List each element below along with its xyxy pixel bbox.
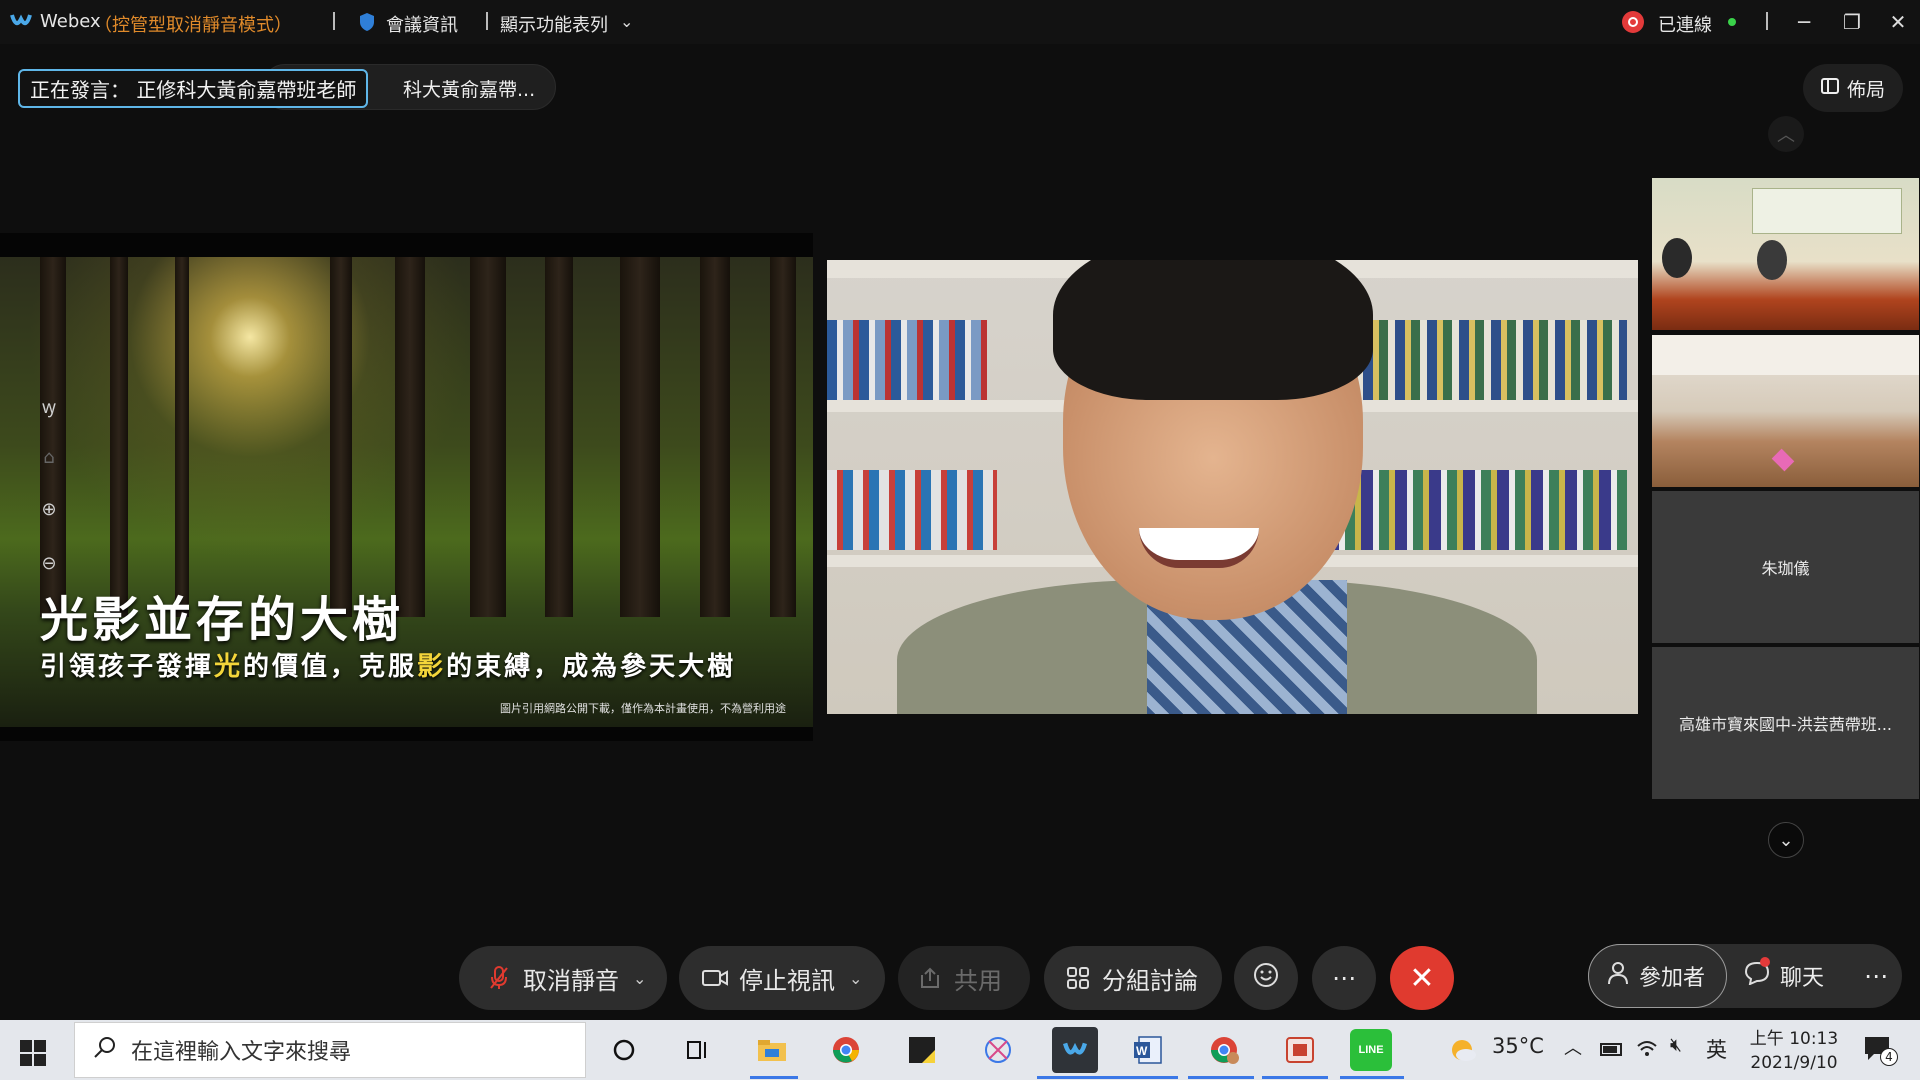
more-icon: ⋯ bbox=[1864, 962, 1888, 990]
shield-icon[interactable] bbox=[358, 12, 376, 36]
chat-icon bbox=[1744, 957, 1770, 991]
svg-text:W: W bbox=[1136, 1044, 1148, 1058]
participant-tile[interactable]: 朱珈儀 bbox=[1652, 491, 1919, 643]
microphone-muted-icon bbox=[485, 965, 513, 991]
weather-temperature[interactable]: 35°C bbox=[1492, 1034, 1544, 1058]
line-app-icon[interactable]: LINE bbox=[1350, 1029, 1392, 1071]
connection-status: 已連線 bbox=[1658, 15, 1712, 36]
share-button[interactable]: 共用 bbox=[898, 946, 1030, 1010]
minimize-icon[interactable]: ─ bbox=[1784, 6, 1824, 38]
recording-icon[interactable] bbox=[1622, 11, 1644, 33]
wifi-icon[interactable] bbox=[1636, 1038, 1658, 1062]
layout-label: 佈局 bbox=[1846, 78, 1885, 101]
divider bbox=[333, 12, 335, 30]
scroll-up-button[interactable]: ︿ bbox=[1768, 116, 1804, 152]
webex-app-icon[interactable] bbox=[1052, 1027, 1098, 1073]
layout-button[interactable]: 佈局 bbox=[1803, 64, 1903, 112]
more-icon: ⋯ bbox=[1332, 964, 1356, 992]
title-bar: Webex （控管型取消靜音模式） 會議資訊 顯示功能表列 ⌄ 已連線 ─ ❐ … bbox=[0, 0, 1920, 44]
scroll-down-button[interactable]: ⌄ bbox=[1768, 822, 1804, 858]
show-menu-bar-button[interactable]: 顯示功能表列 bbox=[500, 11, 608, 37]
now-speaking-label: 正在發言： 正修科大黃俞嘉帶班老師 bbox=[18, 69, 369, 108]
participant-video-tile[interactable] bbox=[1652, 178, 1919, 330]
divider bbox=[486, 12, 488, 30]
clock-time: 上午 10:13 bbox=[1749, 1029, 1839, 1049]
grid-icon bbox=[1064, 966, 1092, 990]
file-explorer-icon[interactable] bbox=[752, 1030, 792, 1070]
video-camera-icon bbox=[701, 969, 729, 987]
input-language[interactable]: 英 bbox=[1706, 1034, 1727, 1064]
slide-title: 光影並存的大樹 bbox=[40, 592, 405, 648]
volume-muted-icon[interactable]: 🔇︎ bbox=[1670, 1034, 1682, 1056]
participant-name: 高雄市寶來國中-洪芸茜帶班... bbox=[1678, 715, 1893, 734]
snipping-tool-icon[interactable] bbox=[978, 1030, 1018, 1070]
breakout-label: 分組討論 bbox=[1102, 966, 1198, 995]
notification-count: 4 bbox=[1880, 1048, 1898, 1066]
participant-video-tile[interactable] bbox=[1652, 335, 1919, 487]
unmute-label: 取消靜音 bbox=[523, 966, 619, 995]
participant-name: 朱珈儀 bbox=[1761, 559, 1810, 578]
divider bbox=[1766, 12, 1768, 30]
sticky-notes-icon[interactable] bbox=[902, 1030, 942, 1070]
task-view-icon[interactable] bbox=[678, 1030, 718, 1070]
main-video bbox=[827, 260, 1638, 714]
eraser-icon[interactable]: ⌂ bbox=[32, 440, 66, 474]
panel-controls: 參加者 聊天 ⋯ bbox=[1588, 944, 1902, 1008]
reactions-button[interactable] bbox=[1234, 946, 1298, 1010]
app-name: Webex bbox=[40, 11, 101, 32]
acrobat-icon[interactable] bbox=[1280, 1030, 1320, 1070]
chevron-down-icon[interactable]: ⌄ bbox=[620, 12, 633, 31]
meeting-info-button[interactable]: 會議資訊 bbox=[386, 11, 458, 37]
search-icon bbox=[93, 1035, 117, 1065]
weather-icon[interactable] bbox=[1448, 1036, 1478, 1068]
more-panels-button[interactable]: ⋯ bbox=[1850, 944, 1902, 1008]
taskbar-search-box[interactable]: 在這裡輸入文字來搜尋 bbox=[74, 1022, 586, 1078]
chat-label: 聊天 bbox=[1780, 966, 1825, 991]
clock[interactable]: 上午 10:13 2021/9/10 bbox=[1744, 1024, 1844, 1078]
share-icon bbox=[916, 967, 944, 989]
leave-meeting-button[interactable]: ✕ bbox=[1390, 946, 1454, 1010]
windows-start-icon[interactable] bbox=[20, 1040, 46, 1070]
participants-label: 參加者 bbox=[1639, 966, 1706, 991]
pen-icon[interactable]: ꝡ bbox=[32, 390, 66, 424]
chat-button[interactable]: 聊天 bbox=[1744, 944, 1844, 1008]
close-icon[interactable]: ✕ bbox=[1878, 6, 1918, 38]
notification-center-icon[interactable]: 4 bbox=[1862, 1034, 1898, 1068]
person-icon bbox=[1607, 961, 1629, 991]
cortana-icon[interactable] bbox=[604, 1030, 644, 1070]
search-placeholder: 在這裡輸入文字來搜尋 bbox=[131, 1040, 352, 1065]
chevron-down-icon[interactable]: ⌄ bbox=[849, 969, 862, 988]
unread-badge bbox=[1760, 957, 1770, 967]
breakout-button[interactable]: 分組討論 bbox=[1044, 946, 1222, 1010]
participants-button[interactable]: 參加者 bbox=[1588, 944, 1727, 1008]
layout-icon bbox=[1820, 77, 1839, 99]
slide-subtitle: 引領孩子發揮光的價值，克服影的束縛，成為參天大樹 bbox=[40, 652, 737, 682]
more-options-button[interactable]: ⋯ bbox=[1312, 946, 1376, 1010]
clock-date: 2021/9/10 bbox=[1750, 1053, 1838, 1073]
zoom-out-icon[interactable]: ⊖ bbox=[32, 546, 66, 580]
chevron-down-icon: ⌄ bbox=[1778, 829, 1794, 851]
chrome-icon[interactable] bbox=[826, 1030, 866, 1070]
share-label: 共用 bbox=[954, 966, 1002, 995]
stop-video-label: 停止視訊 bbox=[739, 966, 835, 995]
zoom-in-icon[interactable]: ⊕ bbox=[32, 492, 66, 526]
annotation-toolbar: ꝡ ⌂ ⊕ ⊖ bbox=[32, 390, 66, 580]
webex-logo-icon bbox=[10, 11, 32, 35]
chevron-down-icon[interactable]: ⌄ bbox=[633, 969, 646, 988]
participant-tile[interactable]: 高雄市寶來國中-洪芸茜帶班... bbox=[1652, 647, 1919, 799]
stop-video-button[interactable]: 停止視訊 ⌄ bbox=[679, 946, 885, 1010]
restore-icon[interactable]: ❐ bbox=[1832, 6, 1872, 38]
mute-mode-label: （控管型取消靜音模式） bbox=[94, 15, 292, 36]
chrome-profile-icon[interactable] bbox=[1204, 1030, 1244, 1070]
chevron-up-icon[interactable]: ︿ bbox=[1564, 1034, 1582, 1060]
chevron-up-icon: ︿ bbox=[1777, 125, 1795, 146]
speaker-name-tag: 科大黃俞嘉帶... bbox=[403, 79, 536, 101]
connected-dot-icon bbox=[1728, 18, 1736, 26]
image-credit: 圖片引用網路公開下載，僅作為本計畫使用，不為營利用途 bbox=[500, 702, 786, 715]
close-icon: ✕ bbox=[1409, 960, 1435, 996]
smiley-icon bbox=[1253, 962, 1279, 994]
unmute-button[interactable]: 取消靜音 ⌄ bbox=[459, 946, 667, 1010]
word-icon[interactable]: W bbox=[1128, 1030, 1168, 1070]
battery-icon[interactable] bbox=[1600, 1040, 1624, 1062]
